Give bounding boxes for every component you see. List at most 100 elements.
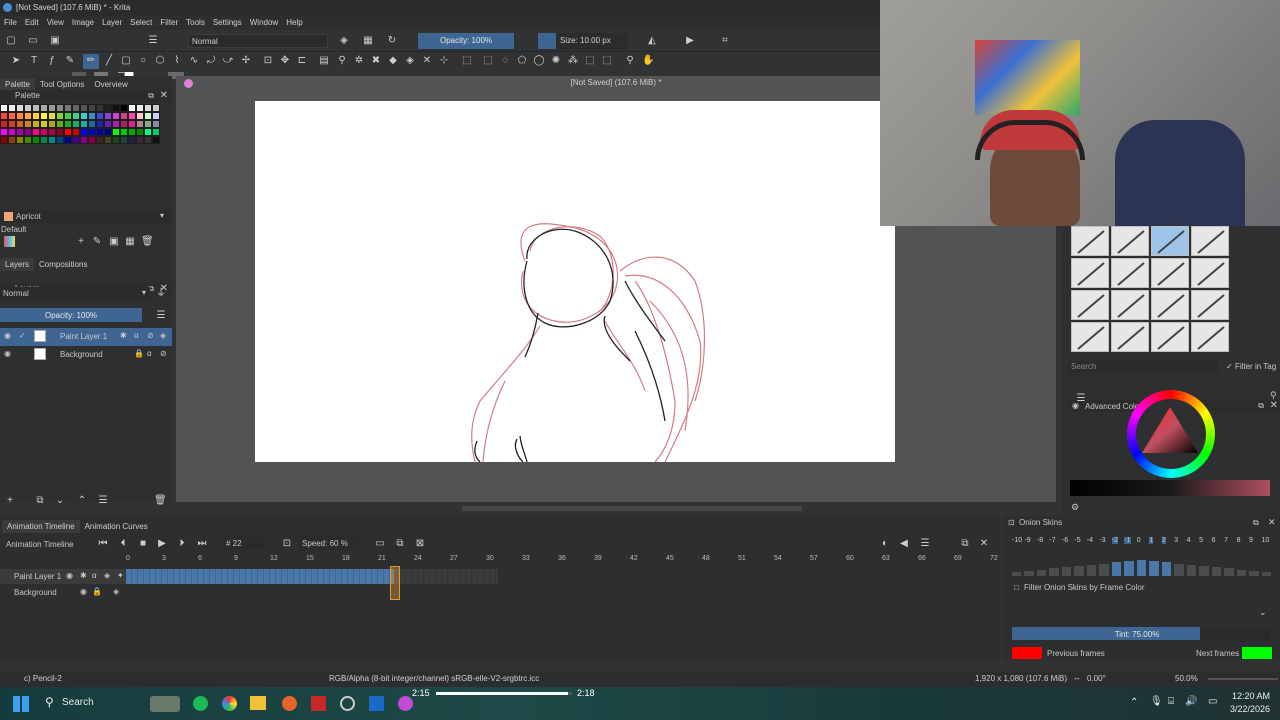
brush-search-input[interactable]: Search [1068, 361, 1218, 373]
layer-row-paint-layer-1[interactable]: ◉ ✓ Paint Layer 1 ✱ α ⊘ ◈ [0, 328, 172, 346]
menu-help[interactable]: Help [282, 16, 306, 30]
new-document-icon[interactable]: ▢ [5, 35, 17, 47]
palette-swatch[interactable] [64, 120, 72, 128]
next-frames-color[interactable] [1242, 647, 1272, 659]
preserve-alpha-icon[interactable]: ▦ [362, 35, 374, 47]
palette-swatch[interactable] [112, 128, 120, 136]
onion-frame-number[interactable]: 8 [1237, 537, 1241, 544]
onion-frame-number[interactable]: 9 [1249, 537, 1253, 544]
color-profile-label[interactable]: RGB/Alpha (8-bit integer/channel) sRGB-e… [329, 674, 539, 683]
onion-opacity-bar[interactable] [1024, 570, 1034, 576]
onion-opacity-bar[interactable] [1149, 561, 1159, 576]
menu-edit[interactable]: Edit [21, 16, 43, 30]
onion-frame-number[interactable]: -10 [1012, 537, 1022, 544]
palette-swatch[interactable] [56, 128, 64, 136]
brush-settings-icon[interactable]: ☰ [147, 35, 159, 47]
brush-preset-grid[interactable] [1071, 226, 1231, 356]
add-swatch-icon[interactable]: + [75, 236, 87, 248]
palette-swatch[interactable] [8, 120, 16, 128]
onion-opacity-bar[interactable] [1086, 564, 1097, 576]
palette-swatch[interactable] [136, 120, 144, 128]
onion-filter-checkbox[interactable]: □ [1014, 583, 1019, 592]
lock-icon[interactable]: ✱ [120, 331, 127, 340]
palette-swatch[interactable] [88, 136, 96, 144]
palette-swatch[interactable] [88, 112, 96, 120]
palette-swatch[interactable] [88, 128, 96, 136]
color-triangle[interactable] [1140, 405, 1200, 460]
remove-frame-icon[interactable]: ⊠ [414, 538, 426, 550]
palette-swatch[interactable] [104, 128, 112, 136]
mirror-horizontal-icon[interactable]: ◭ [646, 35, 658, 47]
obs-icon[interactable] [340, 696, 355, 711]
palette-swatch[interactable] [96, 112, 104, 120]
palette-swatch[interactable] [0, 128, 8, 136]
palette-swatch[interactable] [152, 136, 160, 144]
color-picker-tool-icon[interactable]: ⚲ [336, 55, 348, 67]
onion-frame-number[interactable]: -9 [1024, 537, 1030, 544]
filter-icon[interactable]: ⏚ [155, 288, 167, 300]
palette-swatch[interactable] [64, 128, 72, 136]
menu-view[interactable]: View [43, 16, 68, 30]
brush-preset-tile[interactable] [1071, 290, 1109, 320]
duplicate-layer-icon[interactable]: ⧉ [34, 495, 46, 507]
palette-swatch[interactable] [64, 112, 72, 120]
palette-swatch[interactable] [96, 104, 104, 112]
layer-properties-icon[interactable]: ☰ [97, 495, 109, 507]
onion-frame-number[interactable]: 3 [1174, 537, 1178, 544]
open-document-icon[interactable]: ▭ [27, 35, 39, 47]
move-layer-up-icon[interactable]: ⌃ [76, 495, 88, 507]
stop-icon[interactable]: ■ [137, 538, 149, 550]
edit-shapes-tool-icon[interactable]: ✎ [64, 55, 76, 67]
palette-grid-settings-icon[interactable]: ▦ [124, 236, 136, 248]
float-onion-docker-icon[interactable]: ⧉ [1253, 518, 1259, 528]
bezier-selection-tool-icon[interactable]: ⬚ [584, 55, 596, 67]
polygon-tool-icon[interactable]: ⬡ [154, 55, 166, 67]
palette-swatch[interactable] [32, 112, 40, 120]
magnetic-selection-tool-icon[interactable]: ⬚ [601, 55, 613, 67]
brush-preset-tile[interactable] [1151, 258, 1189, 288]
palette-swatch[interactable] [112, 104, 120, 112]
palette-swatch[interactable] [112, 112, 120, 120]
palette-swatch[interactable] [8, 136, 16, 144]
palette-selector[interactable]: Apricot ▾ [0, 210, 172, 223]
onion-frame-number[interactable]: -1 [1124, 537, 1131, 544]
taskbar-date[interactable]: 3/22/2026 [1230, 704, 1270, 714]
file-explorer-icon[interactable] [250, 696, 266, 710]
lock-icon[interactable]: 🔒 [92, 587, 102, 596]
media-progress-bar[interactable] [436, 692, 572, 695]
palette-swatch[interactable] [136, 104, 144, 112]
layer-opacity-slider[interactable]: Opacity: 100% [0, 308, 142, 322]
onion-frame-number[interactable]: -5 [1074, 537, 1080, 544]
brush-preset-tile[interactable] [1151, 226, 1189, 256]
rotation-label[interactable]: 0.00° [1087, 674, 1106, 683]
menu-file[interactable]: File [0, 16, 21, 30]
tab-animation-curves[interactable]: Animation Curves [80, 520, 153, 533]
save-palette-icon[interactable]: ▣ [108, 236, 120, 248]
onion-frame-number[interactable]: 10 [1262, 537, 1270, 544]
audio-icon[interactable]: ◀ [898, 538, 910, 550]
palette-swatch[interactable] [48, 112, 56, 120]
palette-swatch[interactable] [56, 120, 64, 128]
bezier-tool-icon[interactable]: ∿ [188, 55, 200, 67]
last-frame-icon[interactable]: ⏭ [196, 538, 208, 550]
alpha-lock-icon[interactable]: α [134, 331, 139, 340]
brush-preset-tile[interactable] [1191, 226, 1229, 256]
onion-frame-number[interactable]: -7 [1049, 537, 1055, 544]
widgets-icon[interactable] [150, 696, 180, 712]
palette-swatch[interactable] [80, 120, 88, 128]
palette-swatch[interactable] [16, 104, 24, 112]
palette-swatch[interactable] [136, 136, 144, 144]
color-picker-icon[interactable]: ⚲ [1270, 390, 1277, 401]
onion-frame-number[interactable]: 5 [1199, 537, 1203, 544]
timeline-layer-row-paint-layer-1[interactable]: Paint Layer 1 ◉ ✱ α ◈ ✦ [0, 569, 126, 584]
palette-swatch[interactable] [144, 120, 152, 128]
palette-swatch[interactable] [120, 136, 128, 144]
network-icon[interactable]: ⌸ [1168, 696, 1174, 707]
calligraphy-tool-icon[interactable]: ƒ [46, 55, 58, 67]
eye-icon[interactable]: ◉ [4, 349, 11, 358]
dynamic-brush-tool-icon[interactable]: ⤻ [222, 55, 234, 67]
onion-opacity-bar[interactable] [1049, 568, 1059, 576]
layer-blend-mode-select[interactable]: Normal ▾ [0, 287, 150, 300]
color-selector-settings-icon[interactable]: ☰ [1075, 393, 1087, 405]
onion-opacity-bar[interactable] [1224, 568, 1234, 576]
